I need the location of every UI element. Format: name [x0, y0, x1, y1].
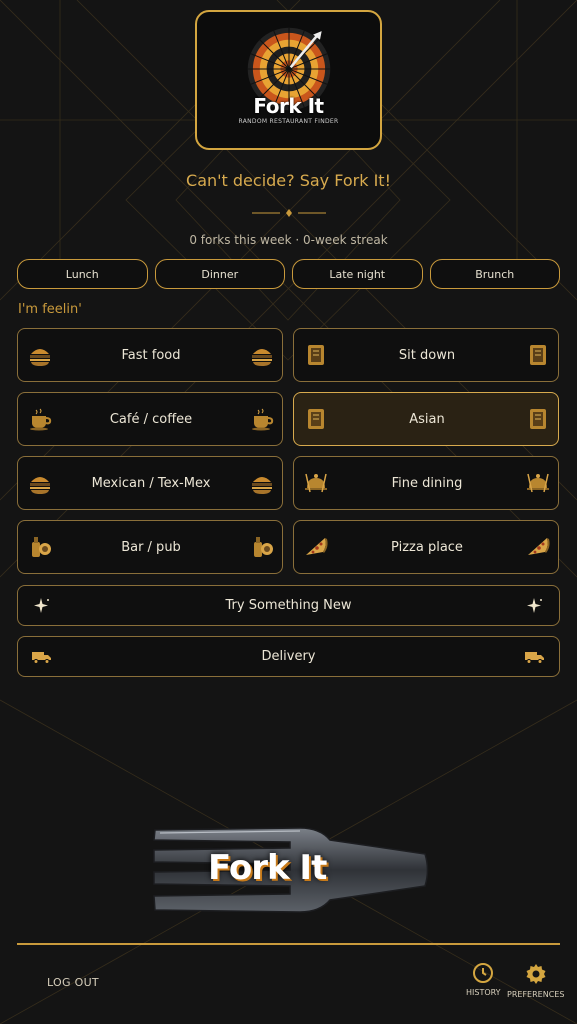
menu-book-icon — [302, 405, 330, 433]
footer-divider — [17, 943, 560, 945]
menu-book-icon — [302, 341, 330, 369]
category-pizza-button[interactable]: Pizza place — [293, 520, 559, 574]
category-grid: Fast food Sit down Café / coffee Asian M… — [17, 328, 560, 574]
tagline: Can't decide? Say Fork It! — [186, 171, 391, 190]
category-label: Pizza place — [391, 539, 463, 555]
sparkle-icon — [521, 592, 549, 620]
category-label: Mexican / Tex-Mex — [91, 475, 211, 491]
category-label: Bar / pub — [121, 539, 181, 555]
pizza-slice-icon — [524, 533, 552, 561]
preferences-button[interactable]: PREFERENCES — [507, 962, 564, 999]
category-label: Fine dining — [391, 475, 463, 491]
pizza-slice-icon — [302, 533, 330, 561]
bottle-icon — [26, 533, 54, 561]
burger-icon — [26, 341, 54, 369]
cloche-icon — [524, 469, 552, 497]
ornament-divider — [252, 209, 326, 217]
delivery-label: Delivery — [261, 649, 316, 664]
preferences-label: PREFERENCES — [507, 990, 565, 999]
try-something-new-label: Try Something New — [225, 598, 352, 613]
category-fast-food-button[interactable]: Fast food — [17, 328, 283, 382]
category-sit-down-button[interactable]: Sit down — [293, 328, 559, 382]
streak-count: 0-week streak — [303, 233, 388, 247]
coffee-cup-icon — [248, 405, 276, 433]
category-fine-dining-button[interactable]: Fine dining — [293, 456, 559, 510]
burger-icon — [248, 469, 276, 497]
feelin-heading: I'm feelin' — [18, 302, 82, 317]
app-logo: Fork It RANDOM RESTAURANT FINDER — [195, 10, 382, 150]
stats-separator: · — [295, 233, 300, 247]
category-cafe-coffee-button[interactable]: Café / coffee — [17, 392, 283, 446]
coffee-cup-icon — [26, 405, 54, 433]
meal-late-night-button[interactable]: Late night — [292, 259, 423, 289]
bottle-icon — [248, 533, 276, 561]
meal-dinner-button[interactable]: Dinner — [154, 259, 285, 289]
weekly-stats: 0 forks this week · 0-week streak — [0, 233, 577, 247]
truck-icon — [28, 643, 56, 671]
meal-brunch-button[interactable]: Brunch — [429, 259, 560, 289]
category-mexican-button[interactable]: Mexican / Tex-Mex — [17, 456, 283, 510]
meal-time-selector: Lunch Dinner Late night Brunch — [17, 259, 560, 289]
category-asian-button[interactable]: Asian — [293, 392, 559, 446]
burger-icon — [248, 341, 276, 369]
logo-subtitle: RANDOM RESTAURANT FINDER — [238, 117, 339, 125]
fork-it-label: Fork It — [208, 848, 327, 888]
category-label: Asian — [409, 411, 445, 427]
category-bar-pub-button[interactable]: Bar / pub — [17, 520, 283, 574]
meal-lunch-button[interactable]: Lunch — [17, 259, 148, 289]
history-label: HISTORY — [466, 988, 501, 997]
sparkle-icon — [28, 592, 56, 620]
menu-book-icon — [524, 341, 552, 369]
clock-icon — [473, 963, 494, 983]
forks-count: 0 forks this week — [189, 233, 292, 247]
category-label: Fast food — [121, 347, 181, 363]
history-button[interactable]: HISTORY — [466, 962, 501, 997]
category-label: Café / coffee — [109, 411, 193, 427]
menu-book-icon — [524, 405, 552, 433]
cloche-icon — [302, 469, 330, 497]
logout-button[interactable]: LOG OUT — [47, 976, 99, 989]
category-label: Sit down — [398, 347, 456, 363]
truck-icon — [521, 643, 549, 671]
logo-title: Fork It — [253, 93, 324, 118]
burger-icon — [26, 469, 54, 497]
try-something-new-button[interactable]: Try Something New — [17, 585, 560, 626]
delivery-button[interactable]: Delivery — [17, 636, 560, 677]
gear-icon — [526, 964, 546, 984]
